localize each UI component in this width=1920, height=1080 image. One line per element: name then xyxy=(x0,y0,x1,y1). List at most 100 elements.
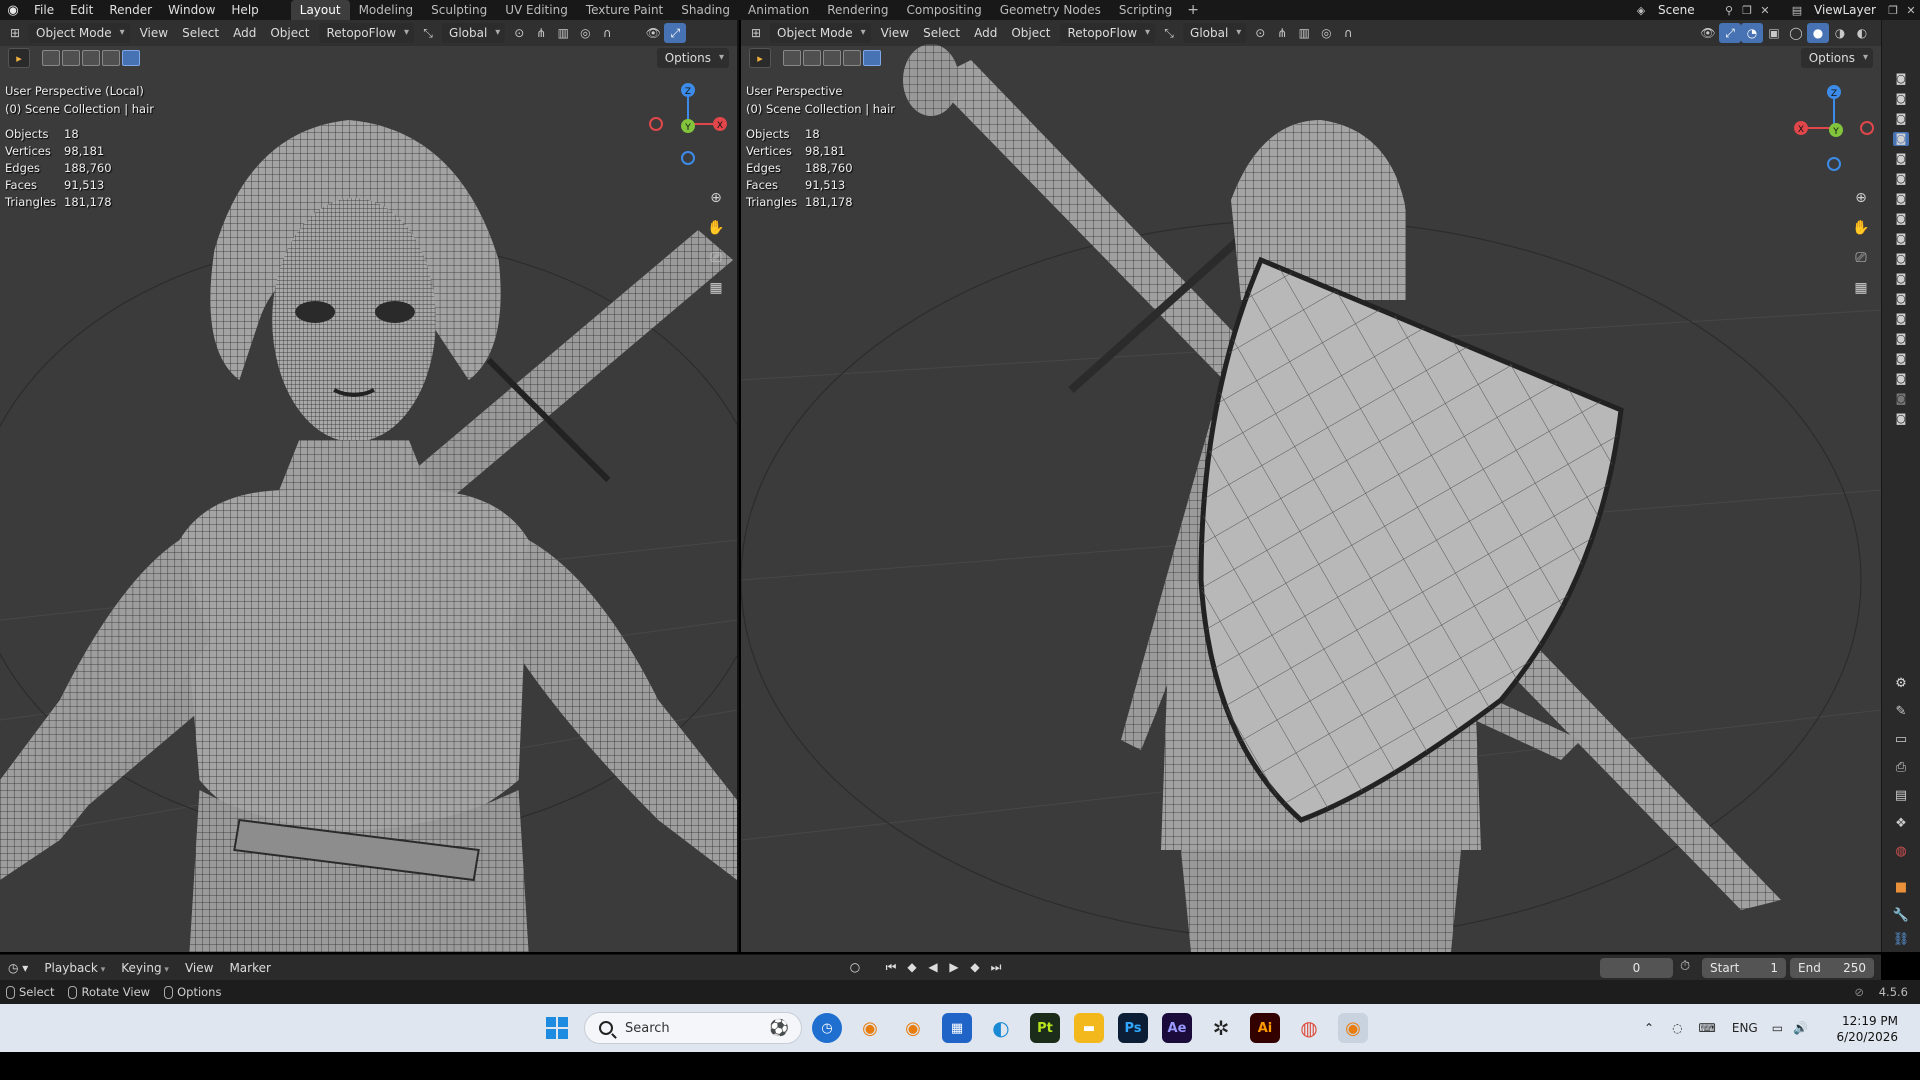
app-icon[interactable]: ◷ xyxy=(812,1013,842,1043)
after-effects-icon[interactable]: Ae xyxy=(1162,1013,1192,1043)
object-menu[interactable]: Object xyxy=(263,23,316,43)
transform-orientation-dropdown[interactable]: Global xyxy=(1183,23,1247,43)
add-menu[interactable]: Add xyxy=(226,23,263,43)
snap-icon[interactable]: ⋔ xyxy=(530,23,552,43)
tool-properties-icon[interactable]: ⚙ xyxy=(1890,672,1912,694)
menu-help[interactable]: Help xyxy=(223,0,266,20)
pivot-icon[interactable]: ⊙ xyxy=(1249,23,1271,43)
substance-painter-icon[interactable]: Pt xyxy=(1030,1013,1060,1043)
select-mode-subtract-icon[interactable] xyxy=(82,50,100,66)
camera-icon[interactable]: ◙ xyxy=(1893,252,1909,266)
camera-icon[interactable]: ◙ xyxy=(1893,332,1909,346)
tab-rendering[interactable]: Rendering xyxy=(818,0,897,20)
tab-texture-paint[interactable]: Texture Paint xyxy=(577,0,672,20)
modifier-properties-icon[interactable]: 🔧 xyxy=(1890,904,1912,926)
menu-edit[interactable]: Edit xyxy=(62,0,101,20)
editor-type-icon[interactable]: ⊞ xyxy=(745,23,767,43)
jump-end-icon[interactable]: ⏭ xyxy=(987,958,1005,976)
camera-icon[interactable]: ◙ xyxy=(1893,192,1909,206)
remove-view-layer-icon[interactable]: ✕ xyxy=(1902,1,1920,19)
pan-hand-icon[interactable]: ✋ xyxy=(1849,216,1873,240)
viewport-right[interactable]: ⊞ Object Mode View Select Add Object Ret… xyxy=(741,20,1881,952)
falloff-icon[interactable]: ∩ xyxy=(1337,23,1359,43)
tab-scripting[interactable]: Scripting xyxy=(1110,0,1181,20)
falloff-icon[interactable]: ∩ xyxy=(596,23,618,43)
keyboard-icon[interactable]: ⌨ xyxy=(1699,1021,1716,1035)
camera-icon[interactable]: ◙ xyxy=(1893,132,1909,146)
scene-icon[interactable]: ◈ xyxy=(1632,1,1650,19)
view-menu[interactable]: View xyxy=(133,23,175,43)
keying-menu[interactable]: Keying xyxy=(113,958,177,978)
camera-icon[interactable]: ◙ xyxy=(1893,312,1909,326)
editor-type-icon[interactable]: ⊞ xyxy=(4,23,26,43)
timeline-editor-icon[interactable]: ◷ ▾ xyxy=(0,958,36,978)
camera-icon[interactable]: ◙ xyxy=(1893,112,1909,126)
play-icon[interactable]: ▶ xyxy=(945,958,963,976)
select-mode-extend-icon[interactable] xyxy=(62,50,80,66)
object-properties-icon[interactable]: ■ xyxy=(1890,876,1912,898)
view-menu[interactable]: View xyxy=(874,23,916,43)
select-mode-invert-icon[interactable] xyxy=(843,50,861,66)
camera-icon[interactable]: ◙ xyxy=(1893,412,1909,426)
ortho-grid-icon[interactable]: ▦ xyxy=(1849,276,1873,300)
rendered-shading-icon[interactable]: ◐ xyxy=(1851,23,1873,43)
end-frame-field[interactable]: End 250 xyxy=(1790,958,1874,978)
file-explorer-icon[interactable]: ▬ xyxy=(1074,1013,1104,1043)
select-mode-extend-icon[interactable] xyxy=(803,50,821,66)
blender-app-icon[interactable]: ◉ xyxy=(898,1013,928,1043)
xray-toggle-icon[interactable]: ▣ xyxy=(1763,23,1785,43)
retopoflow-menu[interactable]: RetopoFlow xyxy=(319,23,415,43)
camera-icon[interactable]: ◙ xyxy=(1893,392,1909,406)
next-keyframe-icon[interactable]: ◆ xyxy=(966,958,984,976)
select-mode-set-icon[interactable] xyxy=(42,50,60,66)
edge-browser-icon[interactable]: ◐ xyxy=(986,1013,1016,1043)
play-reverse-icon[interactable]: ◀ xyxy=(924,958,942,976)
visibility-icon[interactable]: 👁 xyxy=(642,23,664,43)
scene-properties-icon[interactable]: ❖ xyxy=(1890,812,1912,834)
tab-geometry-nodes[interactable]: Geometry Nodes xyxy=(991,0,1110,20)
chrome-browser-icon[interactable]: ◍ xyxy=(1294,1013,1324,1043)
zoom-icon[interactable]: ⊕ xyxy=(1849,186,1873,210)
navigation-gizmo[interactable]: Z X Y xyxy=(1789,82,1879,172)
object-menu[interactable]: Object xyxy=(1004,23,1057,43)
camera-icon[interactable]: ◙ xyxy=(1893,272,1909,286)
camera-icon[interactable]: ◙ xyxy=(1893,152,1909,166)
transform-orientation-dropdown[interactable]: Global xyxy=(442,23,506,43)
playback-menu[interactable]: Playback xyxy=(36,958,113,978)
options-button[interactable]: Options xyxy=(1800,48,1873,68)
camera-icon[interactable]: ◙ xyxy=(1893,292,1909,306)
network-icon[interactable]: ▭ xyxy=(1772,1021,1783,1035)
select-tool-icon[interactable]: ▸ xyxy=(749,48,771,68)
proportional-edit-icon[interactable]: ◎ xyxy=(1315,23,1337,43)
photoshop-icon[interactable]: Ps xyxy=(1118,1013,1148,1043)
viewport-left[interactable]: ⊞ Object Mode View Select Add Object Ret… xyxy=(0,20,739,952)
camera-icon[interactable]: ◙ xyxy=(1893,92,1909,106)
select-mode-subtract-icon[interactable] xyxy=(823,50,841,66)
taskbar-clock[interactable]: 12:19 PM 6/20/2026 xyxy=(1836,1013,1898,1045)
camera-icon[interactable]: ◙ xyxy=(1893,232,1909,246)
menu-window[interactable]: Window xyxy=(160,0,223,20)
illustrator-icon[interactable]: Ai xyxy=(1250,1013,1280,1043)
visibility-icon[interactable]: 👁 xyxy=(1697,23,1719,43)
retopoflow-menu[interactable]: RetopoFlow xyxy=(1060,23,1156,43)
object-mode-dropdown[interactable]: Object Mode xyxy=(29,23,130,43)
camera-icon[interactable]: ◙ xyxy=(1893,172,1909,186)
blender-active-icon[interactable]: ◉ xyxy=(1338,1013,1368,1043)
language-indicator[interactable]: ENG xyxy=(1732,1021,1758,1035)
pan-hand-icon[interactable]: ✋ xyxy=(704,216,728,240)
view-layer-field[interactable]: ViewLayer xyxy=(1806,1,1884,19)
stopwatch-icon[interactable]: ⏱ xyxy=(1680,959,1690,974)
tab-compositing[interactable]: Compositing xyxy=(897,0,990,20)
timeline-view-menu[interactable]: View xyxy=(177,958,221,978)
gizmo-neg-x[interactable] xyxy=(1860,121,1874,135)
output-properties-icon[interactable]: ⎙ xyxy=(1890,756,1912,778)
tray-app-icon[interactable]: ◌ xyxy=(1672,1021,1682,1035)
blender-logo-icon[interactable]: ◉ xyxy=(0,0,26,20)
gizmo-neg-z[interactable] xyxy=(681,151,695,165)
auto-keying-icon[interactable]: ○ xyxy=(846,958,864,976)
camera-view-icon[interactable]: ⎚ xyxy=(704,246,728,270)
tab-modeling[interactable]: Modeling xyxy=(350,0,423,20)
menu-file[interactable]: File xyxy=(26,0,62,20)
zbrush-icon[interactable]: ✲ xyxy=(1206,1013,1236,1043)
scene-name-field[interactable]: Scene xyxy=(1650,1,1720,19)
